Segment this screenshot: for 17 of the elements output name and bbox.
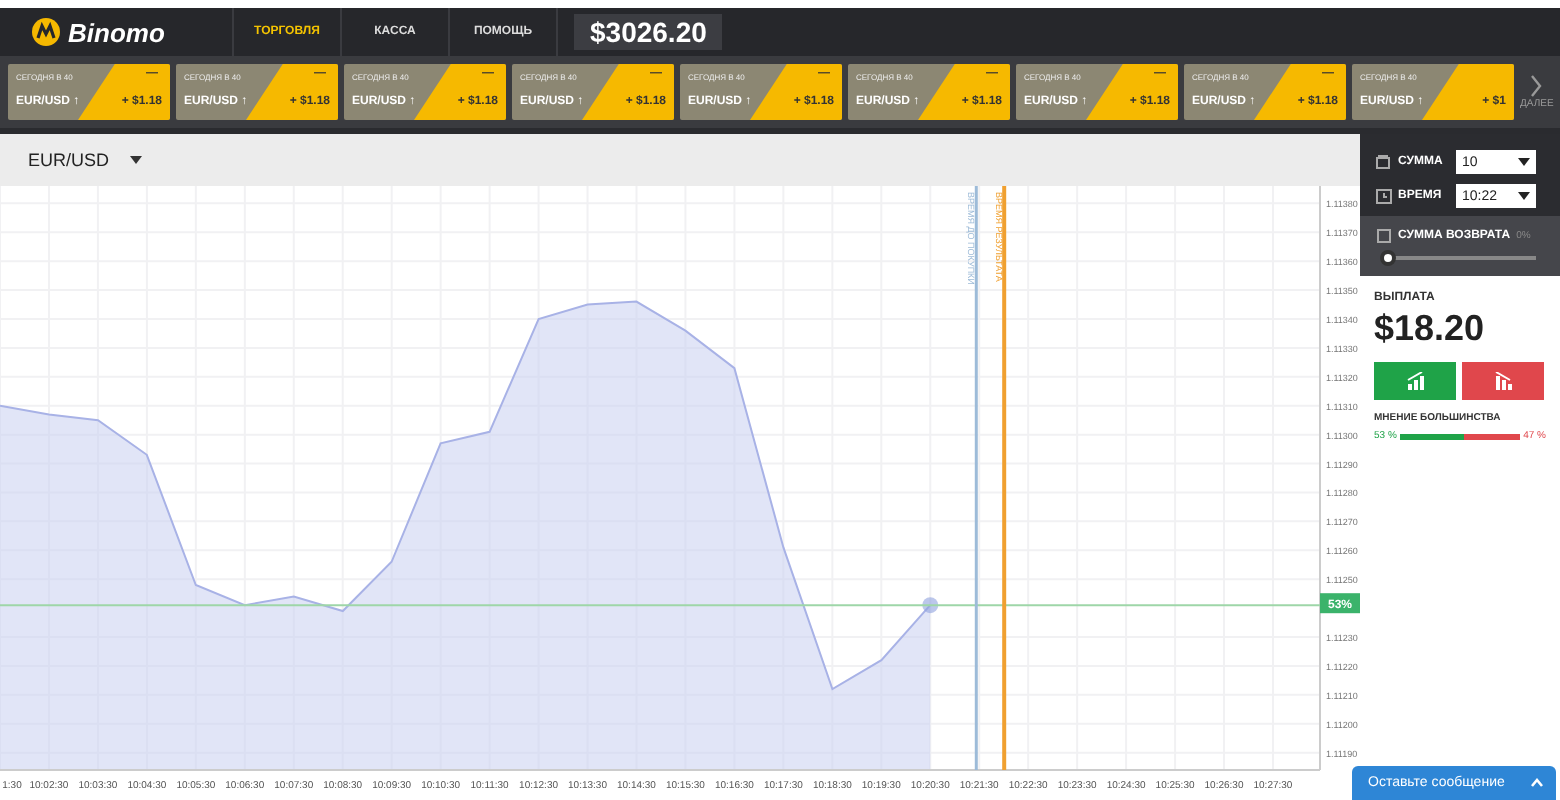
payout-amount: $18.20 (1374, 308, 1487, 350)
logo-text: Binomo (68, 17, 165, 47)
current-point-marker (922, 597, 939, 614)
asset-dropdown[interactable]: EUR/USD (28, 150, 142, 170)
slider-thumb[interactable] (1380, 250, 1396, 266)
caret-icon (1518, 158, 1530, 166)
caret-icon (1518, 192, 1530, 200)
falling-chart-icon (1493, 371, 1513, 391)
call-button[interactable] (1374, 362, 1456, 400)
logo-icon (32, 18, 60, 46)
clock-icon (1376, 188, 1392, 204)
caret-icon (129, 156, 142, 164)
rising-chart-icon (1405, 371, 1425, 391)
chevron-up-icon (1530, 778, 1544, 788)
balance: $3026.20 (574, 14, 723, 50)
chevron-right-icon (1528, 74, 1545, 98)
put-button[interactable] (1462, 362, 1544, 400)
